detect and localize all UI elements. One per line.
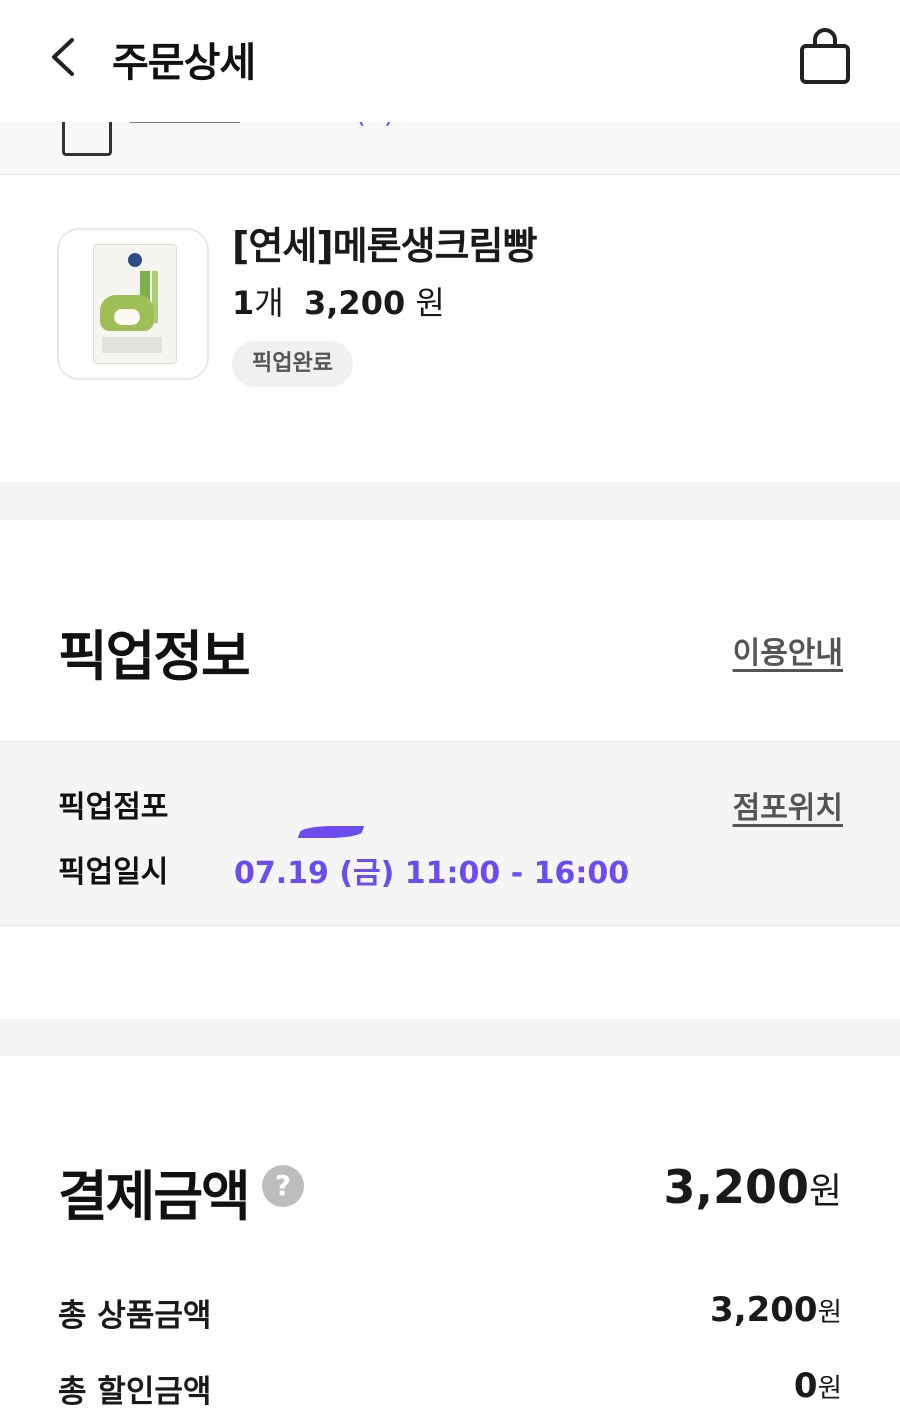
checkbox-icon bbox=[62, 122, 112, 156]
pickup-datetime-value: 07.19 (금) 11:00 - 16:00 bbox=[234, 856, 630, 891]
total-discount-amount-value: 0원 bbox=[793, 1366, 842, 1406]
usage-guide-link[interactable]: 이용안내 bbox=[733, 628, 843, 672]
status-badge: 픽업완료 bbox=[232, 341, 353, 387]
shopping-bag-icon[interactable] bbox=[798, 28, 852, 86]
pickup-section-title: 픽업정보 bbox=[58, 625, 251, 688]
total-product-amount-label: 총 상품금액 bbox=[58, 1298, 212, 1334]
payment-section-title: 결제금액 bbox=[58, 1165, 251, 1228]
total-product-amount-value: 3,200원 bbox=[710, 1290, 842, 1330]
partial-badge: ( ) bbox=[355, 122, 395, 129]
pickup-store-label: 픽업점포 bbox=[58, 790, 169, 825]
product-quantity: 1개 bbox=[232, 284, 284, 322]
bread-package-image bbox=[93, 244, 177, 364]
section-divider bbox=[0, 482, 900, 520]
top-bar: 주문상세 bbox=[0, 0, 900, 122]
product-price: 3,200 원 bbox=[304, 284, 445, 322]
section-divider bbox=[0, 1019, 900, 1056]
partial-text bbox=[130, 122, 240, 123]
product-name[interactable]: [연세]메론생크림빵 bbox=[232, 215, 537, 270]
store-location-link[interactable]: 점포위치 bbox=[733, 783, 843, 827]
question-circle-icon[interactable]: ? bbox=[262, 1165, 304, 1207]
payment-total: 3,200원 bbox=[663, 1160, 842, 1214]
page-title: 주문상세 bbox=[112, 40, 256, 86]
scrolled-content-peek: ( ) bbox=[0, 122, 900, 175]
pickup-info-box: 픽업점포 점포위치 픽업일시 07.19 (금) 11:00 - 16:00 bbox=[0, 741, 900, 926]
total-discount-amount-label: 총 할인금액 bbox=[58, 1374, 212, 1410]
chevron-left-icon[interactable] bbox=[44, 34, 84, 80]
pickup-datetime-label: 픽업일시 bbox=[58, 855, 169, 890]
product-image[interactable] bbox=[57, 228, 209, 380]
